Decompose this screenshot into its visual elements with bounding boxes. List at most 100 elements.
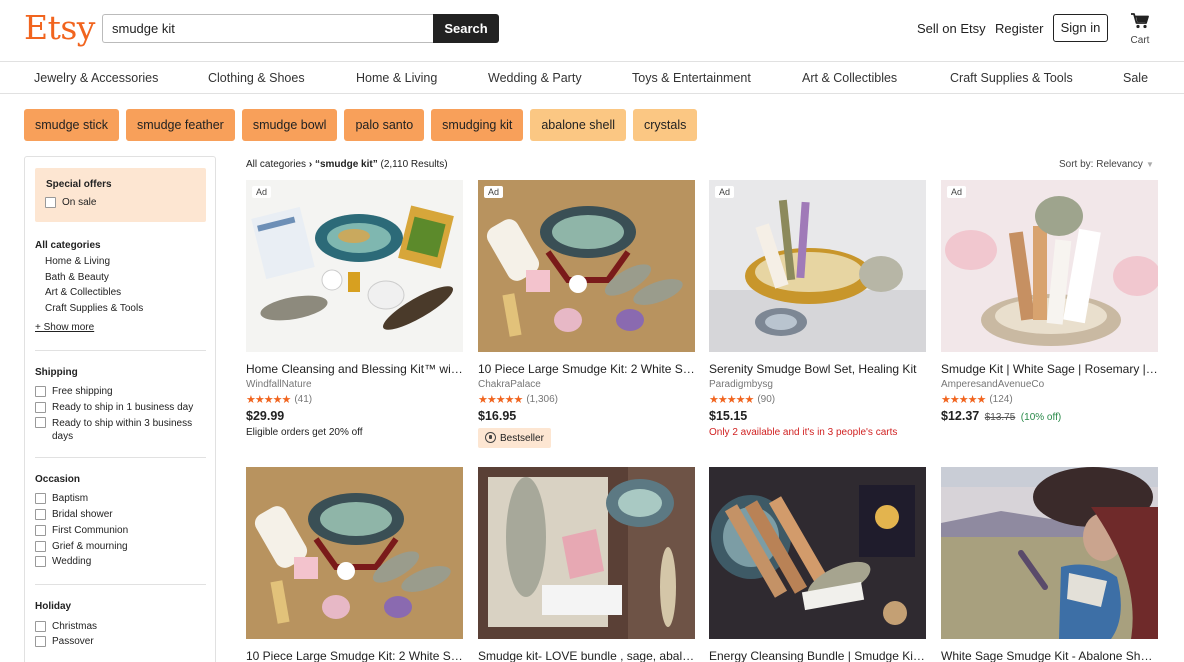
shop-name[interactable]: Paradigmbysg [709, 379, 926, 390]
review-count: (41) [294, 394, 313, 405]
filter-christmas[interactable]: Christmas [35, 621, 97, 632]
checkbox[interactable] [35, 402, 46, 413]
chevron-down-icon: ▼ [1145, 160, 1154, 169]
filter-label: Baptism [52, 493, 89, 504]
category-home-living[interactable]: Home & Living [45, 256, 110, 267]
category-art-collectibles[interactable]: Art & Collectibles [45, 287, 121, 298]
product-card[interactable]: Energy Cleansing Bundle | Smudge Kit | P… [709, 467, 926, 662]
checkbox[interactable] [45, 197, 56, 208]
chip-smudge-stick[interactable]: smudge stick [24, 109, 119, 141]
filter-wedding[interactable]: Wedding [35, 556, 91, 567]
checkbox[interactable] [35, 525, 46, 536]
checkbox[interactable] [35, 621, 46, 632]
sign-in-button[interactable]: Sign in [1053, 14, 1108, 42]
filter-ready-1-day[interactable]: Ready to ship in 1 business day [35, 402, 193, 413]
checkbox[interactable] [35, 493, 46, 504]
nav-sale[interactable]: Sale [1123, 71, 1148, 85]
product-price: $16.95 [478, 409, 517, 423]
product-title[interactable]: Smudge Kit | White Sage | Rosemary | Lav… [941, 362, 1158, 376]
product-price: $15.15 [709, 409, 748, 423]
product-image[interactable] [709, 467, 926, 639]
shop-name[interactable]: WindfallNature [246, 379, 463, 390]
category-craft-supplies[interactable]: Craft Supplies & Tools [45, 303, 143, 314]
product-title[interactable]: Home Cleansing and Blessing Kit™ with Gu… [246, 362, 463, 376]
filter-label: On sale [62, 197, 97, 208]
cart-button[interactable]: Cart [1126, 12, 1154, 46]
product-price: $29.99 [246, 409, 285, 423]
nav-home-living[interactable]: Home & Living [356, 71, 437, 85]
checkbox[interactable] [35, 417, 46, 428]
filter-label: Free shipping [52, 386, 113, 397]
nav-wedding-party[interactable]: Wedding & Party [488, 71, 582, 85]
checkbox[interactable] [35, 541, 46, 552]
checkbox[interactable] [35, 509, 46, 520]
product-card[interactable]: Ad Serenity Smudge Bowl Set, Healing Kit… [709, 180, 926, 438]
product-card[interactable]: White Sage Smudge Kit - Abalone Shell - … [941, 467, 1158, 662]
discount-label: (10% off) [1020, 412, 1062, 423]
filter-bridal-shower[interactable]: Bridal shower [35, 509, 113, 520]
breadcrumb-separator: › [308, 159, 313, 170]
nav-craft-supplies-tools[interactable]: Craft Supplies & Tools [950, 71, 1073, 85]
chip-abalone-shell[interactable]: abalone shell [530, 109, 627, 141]
promo-note: Eligible orders get 20% off [246, 427, 363, 438]
show-more-link[interactable]: + Show more [35, 322, 94, 333]
checkbox[interactable] [35, 636, 46, 647]
nav-jewelry-accessories[interactable]: Jewelry & Accessories [34, 71, 158, 85]
etsy-logo[interactable]: Etsy [24, 8, 95, 47]
sell-on-etsy-link[interactable]: Sell on Etsy [917, 21, 986, 36]
chip-palo-santo[interactable]: palo santo [344, 109, 425, 141]
product-rating: ★★★★★ (41) [246, 393, 463, 406]
product-image[interactable] [941, 467, 1158, 639]
shop-name[interactable]: ChakraPalace [478, 379, 695, 390]
sort-dropdown[interactable]: Sort by: Relevancy ▼ [1059, 159, 1154, 170]
sale-price: $12.37 [941, 409, 980, 423]
product-rating: ★★★★★ (90) [709, 393, 926, 406]
product-image[interactable]: Ad [709, 180, 926, 352]
category-bath-beauty[interactable]: Bath & Beauty [45, 272, 109, 283]
filter-baptism[interactable]: Baptism [35, 493, 88, 504]
nav-art-collectibles[interactable]: Art & Collectibles [802, 71, 897, 85]
product-card[interactable]: 10 Piece Large Smudge Kit: 2 White Sage,… [246, 467, 463, 662]
filter-free-shipping[interactable]: Free shipping [35, 386, 113, 397]
product-title[interactable]: 10 Piece Large Smudge Kit: 2 White Sage,… [246, 649, 463, 662]
product-title[interactable]: 10 Piece Large Smudge Kit: 2 White Sage,… [478, 362, 695, 376]
all-categories-heading[interactable]: All categories [35, 240, 101, 251]
cart-icon [1131, 13, 1149, 29]
product-card[interactable]: Ad Smudge Kit | White Sage | Rosemary | … [941, 180, 1158, 423]
chip-smudging-kit[interactable]: smudging kit [431, 109, 524, 141]
product-image[interactable] [478, 467, 695, 639]
product-image[interactable]: Ad [478, 180, 695, 352]
divider [35, 457, 206, 458]
register-link[interactable]: Register [995, 21, 1043, 36]
product-title[interactable]: Energy Cleansing Bundle | Smudge Kit | P… [709, 649, 926, 662]
shop-name[interactable]: AmperesandAvenueCo [941, 379, 1158, 390]
ad-label: Ad [947, 186, 967, 198]
checkbox[interactable] [35, 556, 46, 567]
filter-first-communion[interactable]: First Communion [35, 525, 128, 536]
product-title[interactable]: White Sage Smudge Kit - Abalone Shell - … [941, 649, 1158, 662]
product-card[interactable]: Ad 10 Piece Large Smudge Kit: 2 White Sa… [478, 180, 695, 448]
checkbox[interactable] [35, 386, 46, 397]
chip-crystals[interactable]: crystals [633, 109, 698, 141]
chip-smudge-bowl[interactable]: smudge bowl [241, 109, 338, 141]
search-button[interactable]: Search [433, 14, 499, 43]
filter-passover[interactable]: Passover [35, 636, 94, 647]
nav-clothing-shoes[interactable]: Clothing & Shoes [208, 71, 305, 85]
product-image[interactable] [246, 467, 463, 639]
nav-toys-entertainment[interactable]: Toys & Entertainment [632, 71, 751, 85]
bestseller-badge: Bestseller [478, 428, 551, 448]
product-rating: ★★★★★ (1,306) [478, 393, 695, 406]
product-title[interactable]: Serenity Smudge Bowl Set, Healing Kit [709, 362, 926, 376]
product-title[interactable]: Smudge kit- LOVE bundle , sage, abalone,… [478, 649, 695, 662]
product-card[interactable]: Smudge kit- LOVE bundle , sage, abalone,… [478, 467, 695, 662]
filter-grief-mourning[interactable]: Grief & mourning [35, 541, 128, 552]
product-card[interactable]: Ad Home Cleansing and Blessing Kit™ with… [246, 180, 463, 438]
filter-ready-3-days[interactable]: Ready to ship within 3 business days [35, 417, 205, 443]
search-input[interactable] [102, 14, 434, 43]
filter-label: Grief & mourning [52, 541, 128, 552]
product-image[interactable]: Ad [941, 180, 1158, 352]
chip-smudge-feather[interactable]: smudge feather [125, 109, 235, 141]
breadcrumb-all-categories[interactable]: All categories [246, 159, 306, 170]
product-image[interactable]: Ad [246, 180, 463, 352]
on-sale-filter[interactable]: On sale [45, 197, 96, 208]
